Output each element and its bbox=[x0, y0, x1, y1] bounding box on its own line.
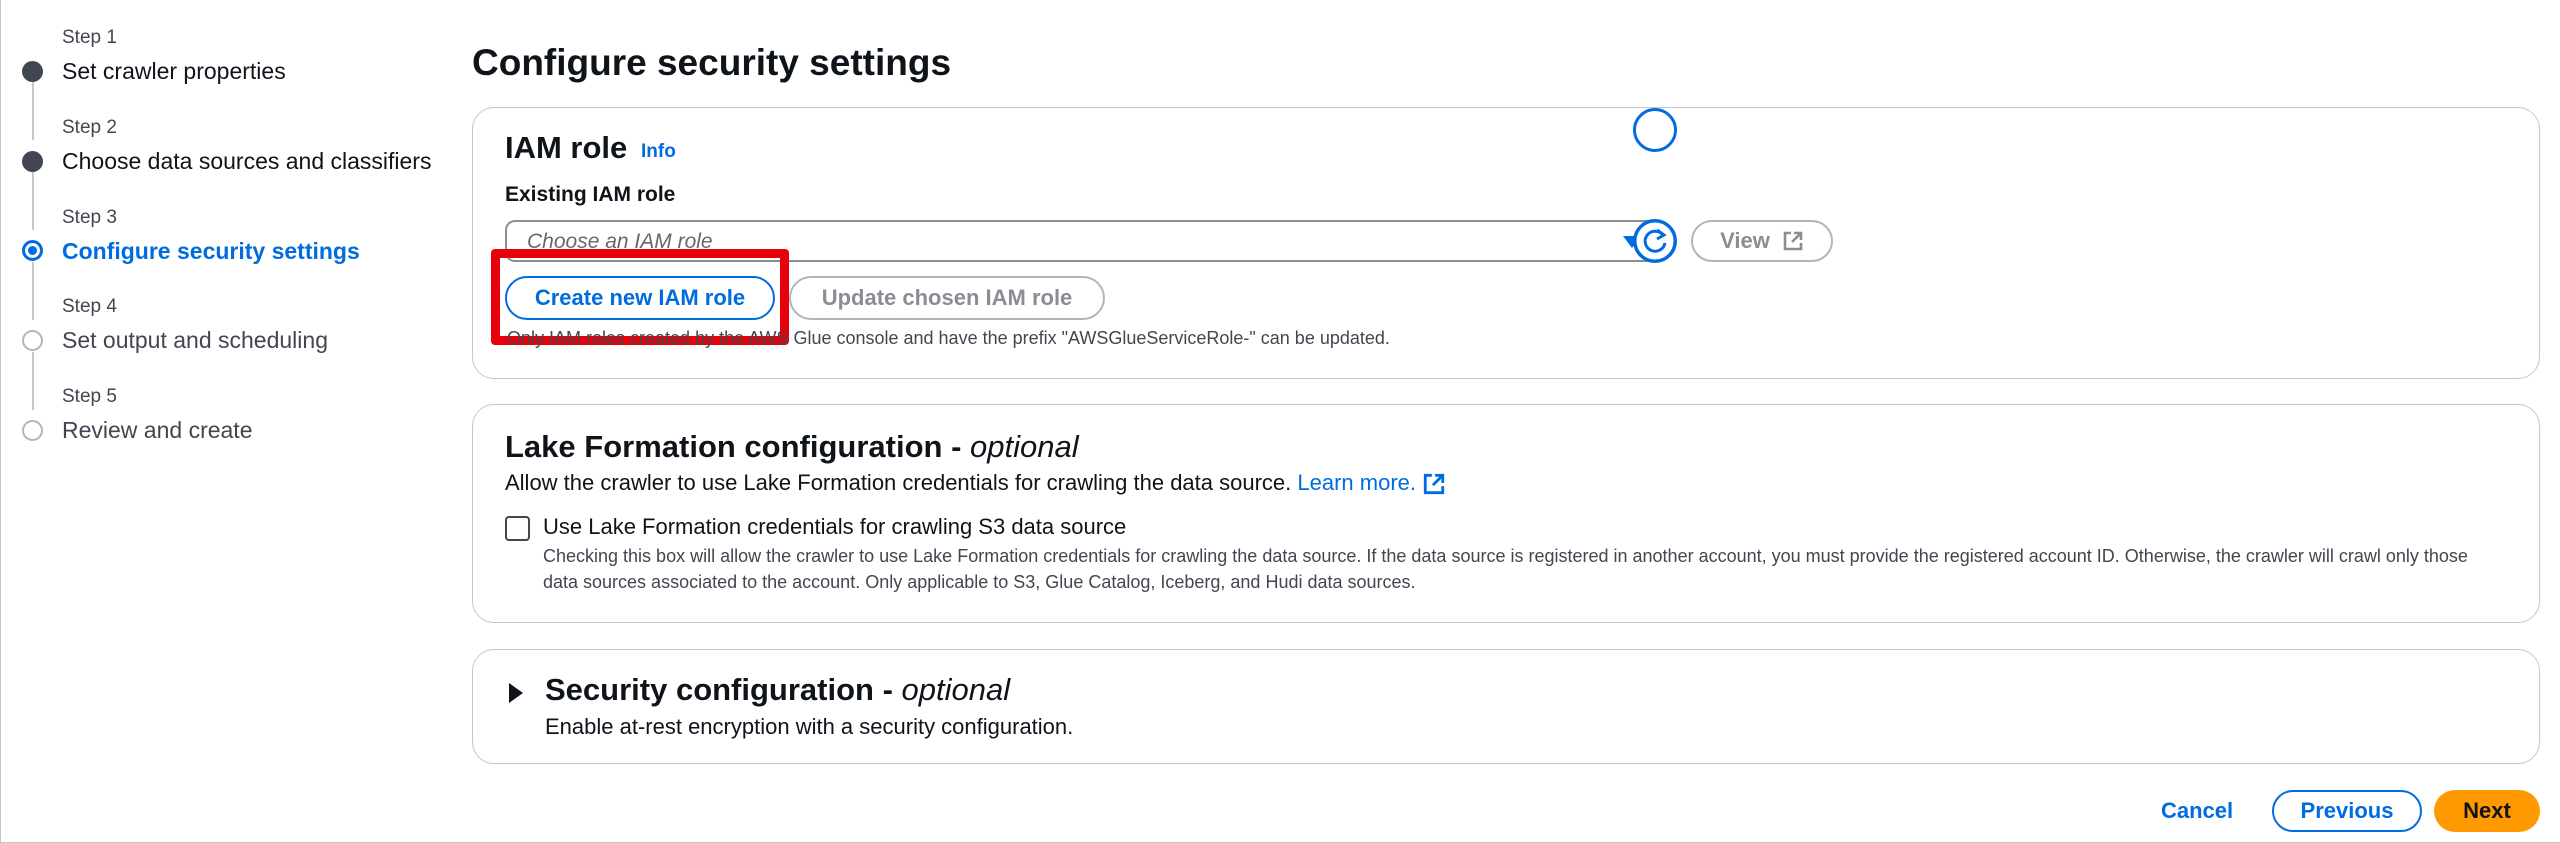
step-1-complete-icon bbox=[22, 61, 43, 82]
previous-button[interactable]: Previous bbox=[2272, 790, 2422, 832]
step-3-number: Step 3 bbox=[62, 207, 117, 228]
lake-formation-heading-text: Lake Formation configuration - bbox=[505, 429, 962, 464]
step-connector bbox=[32, 262, 34, 320]
step-2-complete-icon bbox=[22, 151, 43, 172]
iam-role-heading: IAM role bbox=[505, 130, 628, 165]
optional-label: optional bbox=[970, 429, 1079, 464]
step-connector bbox=[32, 352, 34, 410]
step-2-link[interactable]: Choose data sources and classifiers bbox=[62, 148, 431, 175]
step-4-number: Step 4 bbox=[62, 296, 117, 317]
step-2-number: Step 2 bbox=[62, 117, 117, 138]
lake-formation-checkbox-description: Checking this box will allow the crawler… bbox=[543, 546, 2468, 592]
security-configuration-heading-text: Security configuration - bbox=[545, 672, 893, 707]
next-button[interactable]: Next bbox=[2434, 790, 2540, 832]
refresh-button[interactable] bbox=[1633, 108, 1677, 152]
view-label: View bbox=[1720, 228, 1770, 253]
cancel-button[interactable]: Cancel bbox=[2161, 798, 2233, 824]
existing-iam-role-label: Existing IAM role bbox=[505, 183, 676, 206]
security-configuration-panel[interactable]: Security configuration - optional Enable… bbox=[472, 649, 2540, 764]
refresh-icon bbox=[1633, 219, 1677, 263]
caret-right-icon[interactable] bbox=[509, 683, 523, 703]
lake-formation-description: Allow the crawler to use Lake Formation … bbox=[505, 470, 1446, 496]
lake-formation-panel: Lake Formation configuration - optional … bbox=[472, 404, 2540, 623]
lake-formation-checkbox-label[interactable]: Use Lake Formation credentials for crawl… bbox=[543, 514, 1126, 540]
step-5-pending-icon bbox=[22, 420, 43, 441]
lake-formation-heading: Lake Formation configuration - optional bbox=[505, 429, 1079, 465]
security-configuration-heading[interactable]: Security configuration - optional bbox=[545, 672, 1010, 708]
view-button[interactable]: View bbox=[1691, 220, 1833, 262]
iam-role-info-link[interactable]: Info bbox=[641, 141, 676, 163]
step-1-link[interactable]: Set crawler properties bbox=[62, 58, 286, 85]
external-link-icon bbox=[1783, 231, 1803, 251]
external-link-icon bbox=[1423, 474, 1445, 495]
page-title: Configure security settings bbox=[472, 42, 952, 83]
step-3-title: Configure security settings bbox=[62, 238, 360, 264]
step-connector bbox=[32, 172, 34, 230]
learn-more-link[interactable]: Learn more. bbox=[1297, 470, 1446, 495]
step-5-number: Step 5 bbox=[62, 386, 117, 407]
learn-more-label: Learn more. bbox=[1297, 470, 1417, 495]
step-5-title: Review and create bbox=[62, 417, 253, 443]
step-4-pending-icon bbox=[22, 330, 43, 351]
step-connector bbox=[32, 82, 34, 140]
lake-formation-description-text: Allow the crawler to use Lake Formation … bbox=[505, 470, 1292, 495]
lake-formation-checkbox[interactable] bbox=[505, 516, 530, 541]
security-configuration-description: Enable at-rest encryption with a securit… bbox=[545, 714, 1074, 739]
step-1-number: Step 1 bbox=[62, 27, 117, 48]
step-4-title: Set output and scheduling bbox=[62, 327, 328, 353]
iam-role-note: Only IAM roles created by the AWS Glue c… bbox=[507, 328, 1390, 348]
wizard-steps: Step 1 Set crawler properties Step 2 Cho… bbox=[0, 0, 440, 843]
step-3-current-icon bbox=[22, 240, 43, 261]
update-chosen-iam-role-button[interactable]: Update chosen IAM role bbox=[789, 276, 1105, 320]
optional-label: optional bbox=[901, 672, 1011, 707]
iam-role-panel: IAM role Info Existing IAM role Choose a… bbox=[472, 107, 2540, 379]
